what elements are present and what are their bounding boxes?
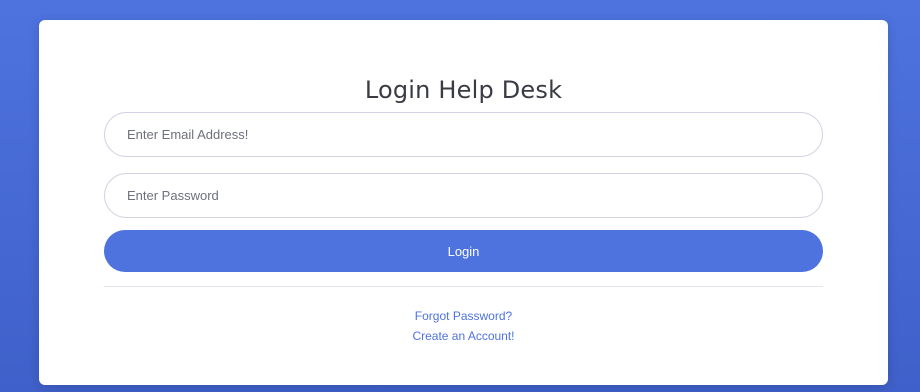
create-account-wrap: Create an Account! <box>39 327 888 345</box>
forgot-password-wrap: Forgot Password? <box>39 307 888 325</box>
forgot-password-link[interactable]: Forgot Password? <box>415 309 512 323</box>
login-card: Login Help Desk Login Forgot Password? C… <box>39 20 888 385</box>
password-input[interactable] <box>104 173 823 218</box>
email-input[interactable] <box>104 112 823 157</box>
create-account-link[interactable]: Create an Account! <box>412 329 514 343</box>
login-button[interactable]: Login <box>104 230 823 272</box>
page-title: Login Help Desk <box>364 76 563 104</box>
divider <box>104 286 823 287</box>
